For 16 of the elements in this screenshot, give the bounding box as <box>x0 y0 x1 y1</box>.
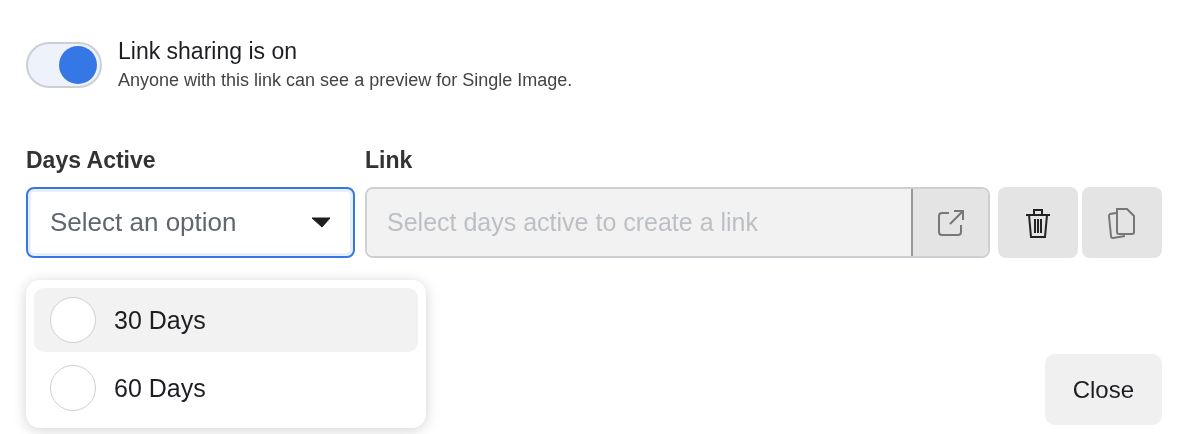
radio-button[interactable] <box>50 365 96 411</box>
menu-option[interactable]: 60 Days <box>34 356 418 420</box>
radio-button[interactable] <box>50 297 96 343</box>
trash-icon <box>1024 206 1052 239</box>
copy-button[interactable] <box>1082 187 1162 258</box>
delete-button[interactable] <box>998 187 1078 258</box>
caret-icon <box>311 217 331 228</box>
toggle-title: Link sharing is on <box>118 37 298 66</box>
toggle-description: Anyone with this link can see a preview for Single Image. <box>118 69 573 92</box>
field-label: Days Active <box>26 147 157 175</box>
field-label: Link <box>365 147 414 175</box>
select-field[interactable]: Select an option <box>26 187 355 258</box>
menu-option[interactable]: 30 Days <box>34 288 418 352</box>
close-button[interactable]: Close <box>1044 354 1162 425</box>
toggle-switch[interactable] <box>26 42 102 88</box>
copy-icon <box>1106 205 1138 240</box>
